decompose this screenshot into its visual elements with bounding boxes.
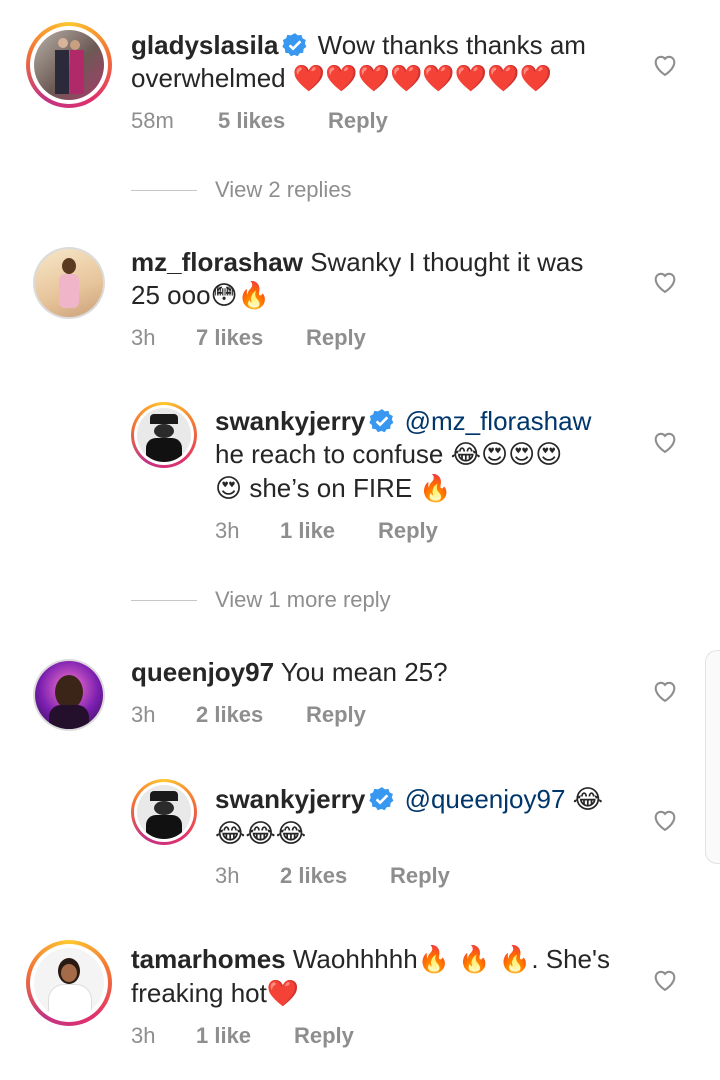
verified-badge-icon <box>369 409 394 433</box>
scroll-edge <box>705 650 720 864</box>
username[interactable]: tamarhomes <box>131 944 286 974</box>
timestamp: 3h <box>131 325 156 350</box>
avatar[interactable] <box>26 22 112 108</box>
username[interactable]: gladyslasila <box>131 30 278 60</box>
username[interactable]: swankyjerry <box>215 784 365 814</box>
comment-text-line2: overwhelmed <box>131 63 286 93</box>
avatar[interactable] <box>26 940 112 1026</box>
view-replies-button[interactable]: View 1 more reply <box>131 585 431 615</box>
username[interactable]: mz_florashaw <box>131 247 303 277</box>
fire-emoji: 🔥 <box>419 474 452 504</box>
timestamp: 3h <box>131 702 156 727</box>
username[interactable]: swankyjerry <box>215 406 365 436</box>
likes-count[interactable]: 7 likes <box>196 325 263 351</box>
timestamp: 58m <box>131 108 174 133</box>
emoji: 😂😂😂 <box>215 819 307 849</box>
comment-text-line3: she’s on FIRE <box>249 473 413 503</box>
timestamp: 3h <box>131 1023 156 1048</box>
mention-link[interactable]: @queenjoy97 <box>405 784 566 814</box>
timestamp: 3h <box>215 518 240 543</box>
like-heart-icon[interactable] <box>651 677 679 705</box>
avatar[interactable] <box>33 247 105 319</box>
fire-emoji: 🔥 🔥 🔥 <box>417 945 532 975</box>
likes-count[interactable]: 2 likes <box>280 863 347 889</box>
avatar[interactable] <box>131 402 197 468</box>
mention-link[interactable]: @mz_florashaw <box>405 406 592 436</box>
like-heart-icon[interactable] <box>651 966 679 994</box>
avatar[interactable] <box>33 659 105 731</box>
reply-button[interactable]: Reply <box>378 518 438 544</box>
like-heart-icon[interactable] <box>651 51 679 79</box>
reply-button[interactable]: Reply <box>306 702 366 728</box>
comment-text: You mean 25? <box>280 657 448 687</box>
emoji: 😍 <box>215 474 243 504</box>
emoji: 😂 <box>572 785 604 815</box>
like-heart-icon[interactable] <box>651 428 679 456</box>
comment-text: Waohhhhh <box>292 944 418 974</box>
verified-badge-icon <box>369 787 394 811</box>
comment-text-after: . She's <box>531 944 610 974</box>
comment-text-line2: freaking hot <box>131 978 267 1008</box>
username[interactable]: queenjoy97 <box>131 657 274 687</box>
like-heart-icon[interactable] <box>651 268 679 296</box>
emoji: 😳🔥 <box>210 281 271 311</box>
reply-button[interactable]: Reply <box>328 108 388 134</box>
emoji: 😂😍😍😍 <box>450 440 563 470</box>
likes-count[interactable]: 5 likes <box>218 108 285 134</box>
likes-count[interactable]: 2 likes <box>196 702 263 728</box>
avatar[interactable] <box>131 779 197 845</box>
likes-count[interactable]: 1 like <box>280 518 335 544</box>
heart-emoji: ❤️ <box>266 979 300 1009</box>
comment-text: Wow thanks thanks am <box>317 30 586 60</box>
like-heart-icon[interactable] <box>651 806 679 834</box>
likes-count[interactable]: 1 like <box>196 1023 251 1049</box>
verified-badge-icon <box>282 33 307 57</box>
reply-button[interactable]: Reply <box>390 863 450 889</box>
comment-text: Swanky I thought it was <box>310 247 584 277</box>
timestamp: 3h <box>215 863 240 888</box>
comment-text-line2: 25 ooo <box>131 280 211 310</box>
reply-button[interactable]: Reply <box>294 1023 354 1049</box>
comment-text-line2: he reach to confuse <box>215 439 444 469</box>
view-replies-button[interactable]: View 2 replies <box>131 175 391 205</box>
reply-button[interactable]: Reply <box>306 325 366 351</box>
hearts-emoji: ❤️❤️❤️❤️❤️❤️❤️❤️ <box>292 64 552 94</box>
